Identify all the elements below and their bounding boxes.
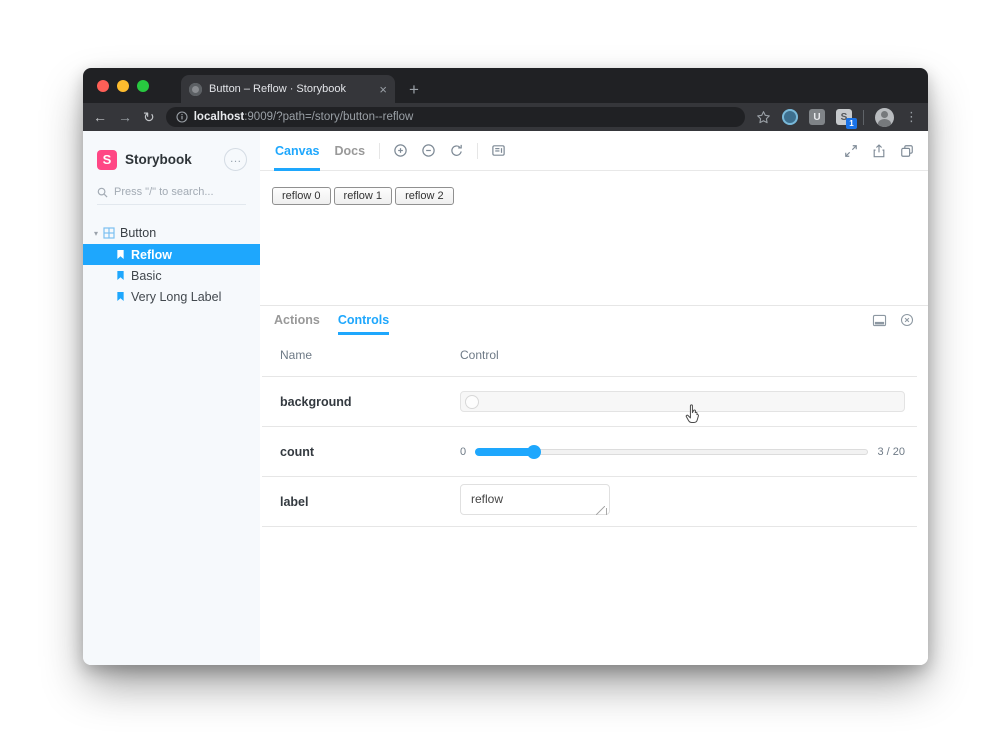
table-row-background: background [262, 377, 917, 427]
site-info-icon[interactable] [176, 111, 188, 123]
color-swatch[interactable] [465, 395, 479, 409]
browser-tab-strip: Button – Reflow · Storybook × + [83, 68, 928, 103]
tab-title: Button – Reflow · Storybook [209, 83, 372, 95]
storybook-sidebar: S Storybook … Press "/" to search... ▾ [83, 131, 260, 665]
storybook-logo: S [97, 150, 117, 170]
tab-label: Actions [274, 313, 320, 327]
label-textarea[interactable]: reflow [460, 484, 610, 515]
minimize-window-button[interactable] [117, 80, 129, 92]
panel-position-icon[interactable] [872, 314, 887, 327]
tree-node-label: Button [120, 226, 156, 240]
story-label: Reflow [131, 248, 172, 262]
zoom-in-icon[interactable] [393, 143, 408, 158]
url-host: localhost [194, 111, 244, 123]
arg-name: label [262, 495, 460, 509]
url-text: localhost:9009/?path=/story/button--refl… [194, 111, 414, 123]
zoom-reset-icon[interactable] [449, 143, 464, 158]
search-input[interactable]: Press "/" to search... [97, 186, 246, 205]
browser-tab[interactable]: Button – Reflow · Storybook × [181, 75, 395, 103]
bookmark-icon [116, 270, 125, 281]
story-tree: ▾ Button Reflow [83, 222, 260, 307]
arg-name: background [262, 395, 460, 409]
tab-actions[interactable]: Actions [274, 306, 320, 335]
controls-table-header: Name Control [262, 334, 917, 377]
slider-thumb[interactable] [527, 445, 541, 459]
table-row-label: label reflow [262, 477, 917, 527]
count-slider[interactable] [475, 445, 868, 459]
header-name: Name [262, 348, 460, 362]
canvas-toolbar: Canvas Docs [260, 131, 928, 171]
count-slider-fill [475, 448, 534, 456]
zoom-out-icon[interactable] [421, 143, 436, 158]
sidebar-title: Storybook [125, 152, 216, 167]
sidebar-item-very-long-label[interactable]: Very Long Label [83, 286, 260, 307]
bookmark-icon [116, 291, 125, 302]
toolbar-divider [863, 110, 864, 125]
browser-window: Button – Reflow · Storybook × + ← → ↻ lo… [83, 68, 928, 665]
url-path: :9009/?path=/story/button--reflow [244, 111, 413, 123]
forward-icon[interactable]: → [118, 110, 132, 124]
close-window-button[interactable] [97, 80, 109, 92]
story-button-1[interactable]: reflow 1 [334, 187, 393, 205]
window-controls [83, 68, 163, 103]
tree-node-button[interactable]: ▾ Button [83, 222, 260, 244]
tab-canvas[interactable]: Canvas [274, 131, 320, 171]
extension-u-icon[interactable]: U [809, 109, 825, 125]
table-row-count: count 0 3 / 20 [262, 427, 917, 477]
extension-badge: 1 [846, 118, 857, 129]
extension-s-icon[interactable]: S1 [836, 109, 852, 125]
bookmark-icon [116, 249, 125, 260]
tab-docs[interactable]: Docs [333, 131, 366, 171]
tab-label: Controls [338, 313, 389, 327]
browser-toolbar: ← → ↻ localhost:9009/?path=/story/button… [83, 103, 928, 131]
story-button-0[interactable]: reflow 0 [272, 187, 331, 205]
extension-clock-icon[interactable]: O [782, 109, 798, 125]
story-button-2[interactable]: reflow 2 [395, 187, 454, 205]
toolbar-divider [379, 143, 380, 159]
range-value-label: 3 / 20 [877, 446, 905, 458]
copy-link-icon[interactable] [900, 144, 914, 158]
header-control: Control [460, 348, 917, 362]
toolbar-divider [477, 143, 478, 159]
preview-area: Canvas Docs [260, 131, 928, 665]
chevron-down-icon: ▾ [94, 229, 98, 238]
open-new-tab-icon[interactable] [872, 144, 886, 158]
arg-name: count [262, 445, 460, 459]
search-icon [97, 187, 108, 198]
tab-label: Docs [334, 144, 365, 158]
back-icon[interactable]: ← [93, 110, 107, 124]
new-tab-button[interactable]: + [409, 81, 419, 98]
story-label: Basic [131, 269, 162, 283]
fullscreen-icon[interactable] [844, 144, 858, 158]
shortcuts-menu-button[interactable]: … [224, 148, 247, 171]
tab-label: Canvas [275, 144, 319, 158]
profile-avatar[interactable] [875, 108, 894, 127]
search-placeholder: Press "/" to search... [114, 186, 214, 198]
reload-icon[interactable]: ↻ [143, 110, 155, 124]
sidebar-item-basic[interactable]: Basic [83, 265, 260, 286]
sidebar-item-reflow[interactable]: Reflow [83, 244, 260, 265]
addon-panel-tabs: Actions Controls [260, 305, 928, 334]
background-color-control[interactable] [460, 391, 905, 412]
close-panel-icon[interactable] [900, 313, 914, 327]
storybook-favicon-icon [189, 83, 202, 96]
zoom-window-button[interactable] [137, 80, 149, 92]
tab-close-icon[interactable]: × [379, 83, 387, 96]
backgrounds-icon[interactable] [491, 143, 506, 158]
story-label: Very Long Label [131, 290, 221, 304]
address-bar[interactable]: localhost:9009/?path=/story/button--refl… [166, 107, 745, 127]
range-min-label: 0 [460, 446, 466, 458]
chrome-menu-icon[interactable]: ⋮ [905, 109, 918, 125]
bookmark-star-icon[interactable] [756, 110, 771, 125]
tab-controls[interactable]: Controls [338, 306, 389, 335]
controls-table: Name Control background count 0 [262, 334, 917, 527]
component-icon [103, 227, 115, 239]
story-canvas: reflow 0 reflow 1 reflow 2 [260, 171, 928, 305]
